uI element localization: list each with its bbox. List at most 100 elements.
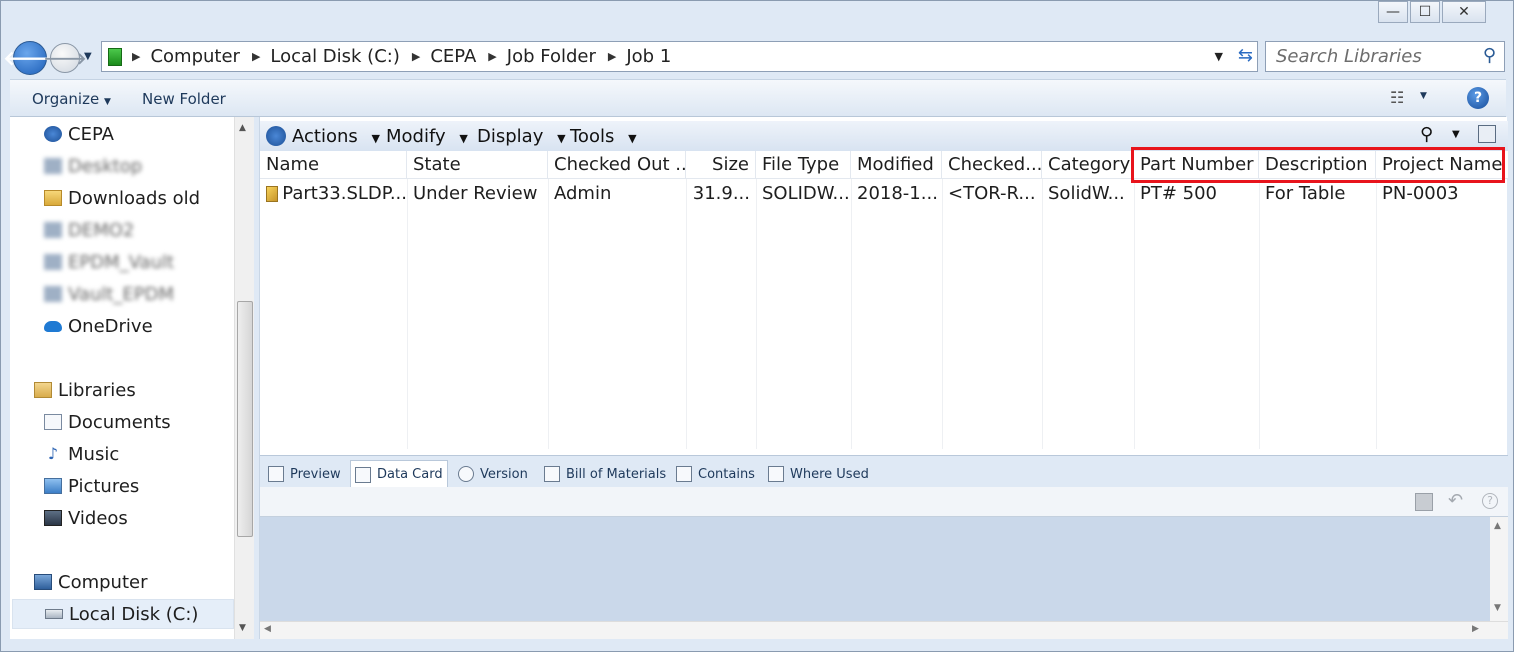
- tab-contains[interactable]: Contains: [672, 460, 759, 488]
- tab-data-card[interactable]: Data Card: [350, 460, 448, 488]
- folder-icon: [44, 190, 62, 206]
- chevron-right-icon: ▶: [411, 50, 421, 63]
- cell-checked-in: <TOR-R...: [948, 183, 1036, 204]
- tab-preview[interactable]: Preview: [264, 460, 345, 488]
- scroll-left-icon[interactable]: ◀: [264, 624, 271, 634]
- horizontal-scrollbar[interactable]: ◀ ▶: [260, 621, 1508, 639]
- maximize-button[interactable]: ☐: [1410, 1, 1440, 23]
- column-header-modified[interactable]: Modified: [851, 151, 942, 179]
- column-header-description[interactable]: Description: [1259, 151, 1376, 179]
- computer-icon: [34, 574, 52, 590]
- help-icon[interactable]: ?: [1467, 87, 1489, 109]
- nav-item-computer[interactable]: Computer: [34, 569, 147, 595]
- scroll-down-icon[interactable]: ▼: [239, 623, 246, 633]
- cell-project-name: PN-0003: [1382, 183, 1459, 204]
- scroll-up-icon[interactable]: ▲: [1494, 521, 1501, 531]
- cloud-icon: [44, 320, 62, 332]
- nav-item-libraries[interactable]: Libraries: [34, 377, 136, 403]
- nav-item-demo2[interactable]: DEMO2: [44, 217, 134, 243]
- nav-item-desktop[interactable]: Desktop: [44, 153, 142, 179]
- nav-item-onedrive[interactable]: OneDrive: [44, 313, 153, 339]
- tab-where-used[interactable]: Where Used: [764, 460, 873, 488]
- cell-size: 31.9...: [692, 183, 750, 204]
- new-folder-button[interactable]: New Folder: [142, 90, 226, 108]
- file-list-header: Name State Checked Out ... Size File Typ…: [260, 151, 1508, 179]
- nav-item-epdm-vault[interactable]: EPDM_Vault: [44, 249, 174, 275]
- chevron-down-icon: ▼: [371, 132, 380, 145]
- chevron-right-icon: ▶: [251, 50, 261, 63]
- libraries-icon: [34, 382, 52, 398]
- actions-menu[interactable]: Actions ▼: [292, 126, 380, 147]
- cell-name: Part33.SLDP...: [260, 179, 407, 209]
- chevron-down-icon: ▼: [103, 97, 111, 107]
- column-header-file-type[interactable]: File Type: [756, 151, 851, 179]
- scroll-down-icon[interactable]: ▼: [1494, 603, 1501, 613]
- search-input[interactable]: Search Libraries ⚲: [1265, 41, 1505, 72]
- minimize-button[interactable]: —: [1378, 1, 1408, 23]
- column-header-checked-out-by[interactable]: Checked Out ...: [548, 151, 686, 179]
- nav-item-documents[interactable]: Documents: [44, 409, 171, 435]
- search-icon[interactable]: ⚲: [1483, 45, 1496, 66]
- view-dropdown-icon[interactable]: ▼: [1420, 91, 1427, 101]
- cell-description: For Table: [1265, 183, 1346, 204]
- chevron-right-icon: ▶: [488, 50, 497, 63]
- organize-button[interactable]: Organize ▼: [32, 90, 111, 108]
- address-bar[interactable]: ▶ Computer ▶ Local Disk (C:) ▶ CEPA ▶ Job Fo…: [101, 41, 1258, 72]
- column-header-state[interactable]: State: [407, 151, 548, 179]
- data-card-body: [260, 517, 1490, 621]
- forward-button[interactable]: 🡒: [44, 43, 86, 73]
- chevron-right-icon: ▶: [132, 50, 141, 63]
- display-menu[interactable]: Display ▼: [477, 126, 566, 147]
- nav-item-music[interactable]: ♪ Music: [44, 441, 119, 467]
- tab-version[interactable]: Version: [454, 460, 532, 488]
- column-header-checked-in[interactable]: Checked...: [942, 151, 1042, 179]
- tab-bill-of-materials[interactable]: Bill of Materials: [540, 460, 670, 488]
- close-button[interactable]: ✕: [1442, 1, 1486, 23]
- nav-item-downloads-old[interactable]: Downloads old: [44, 185, 200, 211]
- back-button[interactable]: 🡐: [3, 41, 57, 75]
- scrollbar-thumb[interactable]: [237, 301, 253, 537]
- column-header-size[interactable]: Size: [686, 151, 756, 179]
- nav-item-vault-epdm[interactable]: Vault_EPDM: [44, 281, 174, 307]
- scroll-up-icon[interactable]: ▲: [239, 123, 246, 133]
- vault-search-icon[interactable]: ⚲: [1420, 124, 1433, 145]
- tools-menu[interactable]: Tools ▼: [570, 126, 637, 147]
- part-file-icon: [266, 186, 279, 202]
- chevron-down-icon[interactable]: ▼: [1452, 129, 1460, 140]
- nav-item-pictures[interactable]: Pictures: [44, 473, 139, 499]
- undo-icon[interactable]: ↶: [1448, 490, 1463, 511]
- table-row[interactable]: Part33.SLDP... Under Review Admin 31.9..…: [260, 179, 1508, 209]
- drive-icon: [45, 609, 63, 619]
- data-card-scrollbar[interactable]: ▲ ▼: [1490, 517, 1508, 621]
- vault-icon: [266, 126, 286, 146]
- column-header-project-name[interactable]: Project Name: [1376, 151, 1508, 179]
- column-header-part-number[interactable]: Part Number: [1134, 151, 1259, 179]
- address-dropdown-icon[interactable]: ▼: [1215, 50, 1223, 63]
- breadcrumb-cepa[interactable]: ▶ CEPA: [408, 46, 484, 67]
- history-dropdown-icon[interactable]: ▼: [84, 51, 92, 62]
- vault-view-icon[interactable]: [1478, 125, 1496, 143]
- column-header-category[interactable]: Category: [1042, 151, 1134, 179]
- nav-item-cepa[interactable]: CEPA: [44, 121, 114, 147]
- breadcrumb-job-1[interactable]: ▶ Job 1: [604, 46, 679, 67]
- vault-icon: [44, 126, 62, 142]
- refresh-icon[interactable]: ⇆: [1238, 45, 1253, 66]
- cell-state: Under Review: [413, 183, 538, 204]
- breadcrumb-local-disk[interactable]: ▶ Local Disk (C:): [248, 46, 408, 67]
- breadcrumb-job-folder[interactable]: ▶ Job Folder: [484, 46, 604, 67]
- data-card-icon: [355, 466, 371, 483]
- save-icon[interactable]: [1415, 493, 1433, 511]
- breadcrumb-computer[interactable]: ▶ Computer: [128, 46, 248, 67]
- file-list-pane: Actions ▼ Modify ▼ Display ▼ Tools ▼ ⚲ ▼…: [259, 117, 1508, 639]
- view-options-icon[interactable]: ☷: [1390, 88, 1404, 107]
- nav-item-local-disk[interactable]: Local Disk (C:): [12, 599, 234, 629]
- scroll-right-icon[interactable]: ▶: [1472, 624, 1479, 634]
- videos-icon: [44, 510, 62, 526]
- modify-menu[interactable]: Modify ▼: [386, 126, 468, 147]
- nav-scrollbar[interactable]: ▲ ▼: [234, 117, 254, 639]
- chevron-down-icon: ▼: [628, 132, 637, 145]
- help-icon[interactable]: ?: [1482, 493, 1498, 509]
- column-header-name[interactable]: Name: [260, 151, 407, 179]
- chevron-down-icon: ▼: [459, 132, 468, 145]
- nav-item-videos[interactable]: Videos: [44, 505, 128, 531]
